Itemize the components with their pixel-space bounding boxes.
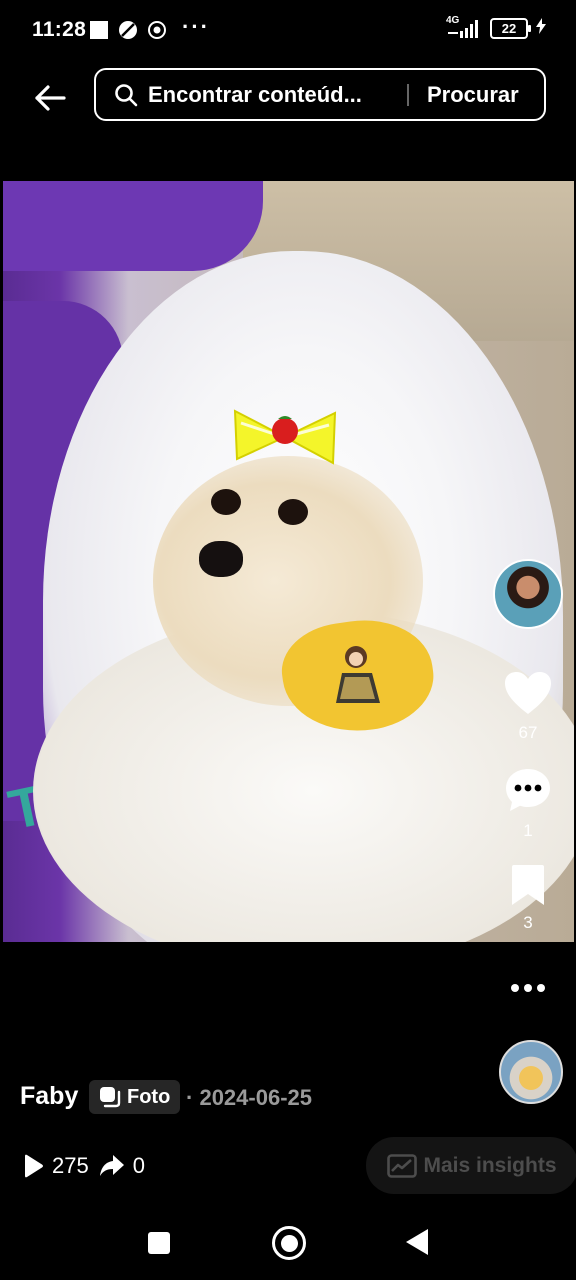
back-button[interactable]	[30, 78, 70, 118]
share-count: 0	[132, 1153, 145, 1178]
comment-bubble-icon	[506, 769, 550, 811]
search-query-text[interactable]: Encontrar conteúd...	[148, 82, 393, 108]
like-count: 67	[518, 723, 538, 742]
more-insights-label: Mais insights	[423, 1153, 557, 1177]
recents-nav-button[interactable]	[148, 1232, 170, 1254]
share-arrow-icon	[99, 1155, 124, 1176]
search-input[interactable]: Encontrar conteúd... Procurar	[94, 68, 546, 121]
arrow-left-icon	[35, 85, 66, 111]
more-dot-icon	[511, 984, 519, 992]
comment-count: 1	[523, 821, 533, 840]
comment-button[interactable]: 1	[500, 766, 556, 841]
status-notification-icons	[90, 20, 166, 45]
post-type-label: Foto	[127, 1085, 171, 1108]
screen: 11:28 ··· 4G 22 Encontrar conteúd... Pro…	[0, 0, 576, 1280]
save-button[interactable]: 3	[500, 864, 556, 933]
status-bar: 11:28 ··· 4G 22	[0, 0, 576, 62]
gallery-notification-icon	[90, 21, 108, 44]
back-nav-button[interactable]	[406, 1229, 428, 1255]
post-stats: 275 0	[22, 1153, 145, 1179]
date-separator: ·	[186, 1085, 194, 1110]
more-dot-icon	[537, 984, 545, 992]
home-nav-button[interactable]	[272, 1226, 306, 1260]
post-type-badge: Foto	[89, 1080, 181, 1114]
search-submit-button[interactable]: Procurar	[427, 82, 519, 108]
insights-chart-icon	[387, 1153, 418, 1178]
heart-icon	[505, 672, 551, 714]
status-right-icons: 4G 22	[446, 15, 546, 39]
more-options-button[interactable]	[506, 974, 550, 1002]
search-icon	[114, 83, 138, 107]
post-date: · 2024-06-25	[186, 1085, 312, 1111]
more-notifications-icon: ···	[182, 14, 210, 39]
search-divider	[407, 83, 409, 106]
battery-icon: 22	[490, 18, 531, 39]
more-dot-icon	[524, 984, 532, 992]
signal-icon: 4G	[446, 15, 482, 39]
charging-icon	[536, 18, 546, 39]
author-avatar[interactable]	[493, 559, 563, 629]
author-name[interactable]: Faby	[20, 1082, 78, 1111]
bookmark-icon	[512, 865, 544, 905]
sound-avatar[interactable]	[499, 1040, 563, 1104]
status-time: 11:28	[32, 18, 87, 41]
blocked-notification-icon	[118, 20, 138, 45]
home-circle-icon	[280, 1234, 298, 1252]
photo-stack-icon	[100, 1087, 121, 1108]
view-count: 275	[52, 1153, 89, 1178]
date-value: 2024-06-25	[199, 1085, 312, 1110]
chrome-notification-icon	[148, 21, 166, 44]
save-count: 3	[523, 913, 533, 932]
more-insights-button[interactable]: Mais insights	[366, 1137, 576, 1194]
play-icon	[25, 1154, 43, 1178]
like-button[interactable]: 67	[500, 670, 556, 743]
post-photo[interactable]: TL	[3, 181, 574, 942]
